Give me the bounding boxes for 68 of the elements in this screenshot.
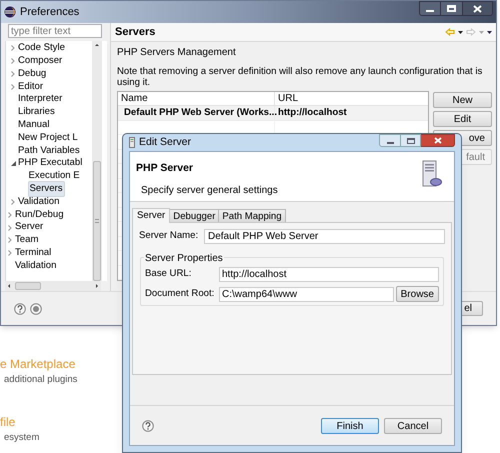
expanded-arrow-icon[interactable] <box>10 161 16 166</box>
vertical-scrollbar[interactable] <box>92 41 102 281</box>
tree-item[interactable]: Validation <box>14 258 58 274</box>
scroll-right-icon[interactable] <box>95 283 99 289</box>
server-icon <box>129 137 135 148</box>
horizontal-scrollbar[interactable] <box>5 281 101 291</box>
tree-item[interactable]: Interpreter <box>17 92 64 107</box>
minimize-button[interactable] <box>379 134 401 147</box>
server-icon <box>422 160 442 188</box>
help-icon[interactable] <box>14 302 26 314</box>
dropdown-icon[interactable] <box>458 30 463 34</box>
tree-item[interactable]: Servers <box>28 180 65 198</box>
tree-item[interactable]: Debug <box>17 66 48 82</box>
dialog-title: Edit Server <box>139 134 191 150</box>
scroll-left-icon[interactable] <box>7 283 11 289</box>
scroll-up-icon[interactable] <box>94 41 100 49</box>
tab[interactable]: Path Mapping <box>218 209 286 222</box>
dialog-button[interactable]: Cancel <box>384 418 442 434</box>
link-description: esystem <box>3 431 40 446</box>
link-description: additional plugins <box>3 373 78 387</box>
tree-item[interactable]: Manual <box>17 118 50 132</box>
group-title: Server Properties <box>144 251 224 266</box>
tree-item[interactable]: Terminal <box>14 246 52 260</box>
maximize-button[interactable] <box>441 1 463 16</box>
section-subtitle: PHP Servers Management <box>117 46 237 60</box>
menu-icon[interactable] <box>487 30 492 34</box>
header-title: PHP Server <box>136 161 194 176</box>
table-cell-text: http://localhost <box>277 106 348 120</box>
tab[interactable]: Debugger <box>169 209 220 222</box>
page-title: Servers <box>115 24 156 40</box>
window-title: Preferences <box>20 4 80 20</box>
server-name-field[interactable]: Default PHP Web Server <box>204 229 445 244</box>
close-button[interactable] <box>463 1 493 16</box>
column-header[interactable]: URL <box>275 92 428 105</box>
tree-item[interactable]: Server <box>14 220 44 235</box>
note-text: Note that removing a server definition will also remove any launch configuration that is using it. <box>117 66 484 88</box>
tree-item[interactable]: Team <box>14 233 40 248</box>
dialog-button[interactable]: Finish <box>321 418 379 434</box>
tree-item[interactable]: Path Variables <box>17 144 81 158</box>
tree-item[interactable]: Validation <box>17 194 60 210</box>
tree-item[interactable]: Libraries <box>17 105 56 120</box>
browse-button[interactable]: Browse <box>396 286 439 302</box>
field-label: Document Root: <box>145 286 216 301</box>
tree-item[interactable]: Run/Debug <box>14 208 65 222</box>
tree-item[interactable]: PHP Executabl <box>17 156 84 171</box>
close-button[interactable] <box>421 134 455 147</box>
close-icon <box>473 4 482 12</box>
disc-icon[interactable] <box>30 302 42 314</box>
action-button[interactable]: Edit <box>433 111 492 127</box>
help-icon[interactable] <box>142 420 154 432</box>
field-label: Server Name: <box>139 229 200 244</box>
column-header[interactable]: Name <box>118 92 275 105</box>
minimize-button[interactable] <box>419 1 441 16</box>
tree-item[interactable]: Code Style <box>17 41 66 56</box>
action-button[interactable]: New <box>433 92 492 108</box>
tree-item[interactable]: Editor <box>17 80 44 94</box>
text-field[interactable]: C:\wamp64\www <box>219 286 394 302</box>
filter-field[interactable]: type filter text <box>8 24 102 38</box>
field-label: Base URL: <box>145 267 192 282</box>
table-cell-text: Default PHP Web Server (Works... <box>124 106 278 120</box>
maximize-button[interactable] <box>401 134 421 147</box>
close-icon <box>434 137 442 144</box>
tree-item[interactable]: Composer <box>17 54 64 68</box>
tab[interactable]: Server <box>132 208 170 223</box>
header-subtitle: Specify server general settings <box>140 184 279 198</box>
text-field[interactable]: http://localhost <box>219 267 439 282</box>
app-icon <box>4 6 16 18</box>
tree-item[interactable]: New Project L <box>17 130 79 146</box>
